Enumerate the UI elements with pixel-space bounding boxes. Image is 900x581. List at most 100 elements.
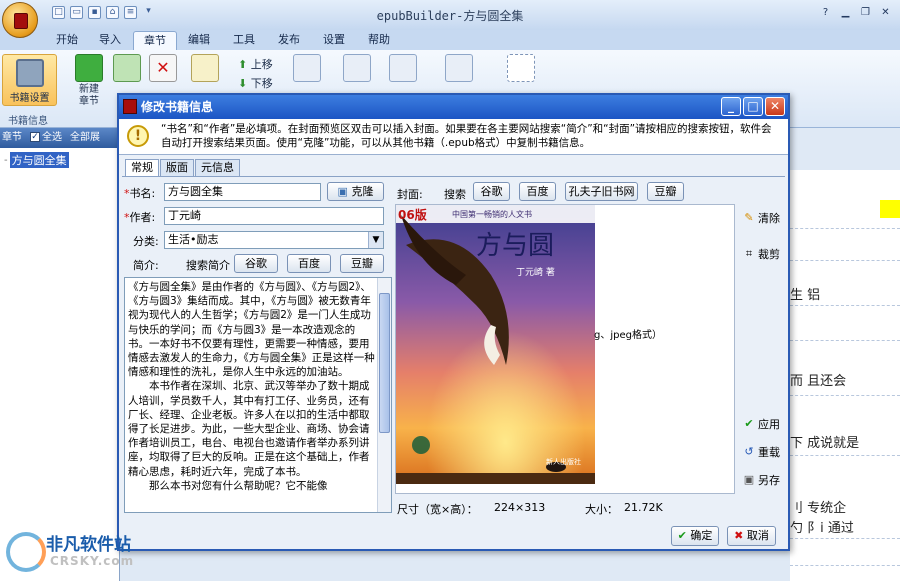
tab-tools[interactable]: 工具 — [223, 31, 265, 50]
apply-cover-button[interactable]: ✔ 应用 — [743, 416, 780, 432]
tab-publish[interactable]: 发布 — [268, 31, 310, 50]
editor-rule — [790, 228, 900, 229]
cover-title: 方与圆 — [476, 231, 555, 261]
ok-label: 确定 — [690, 529, 713, 542]
editor-line: 勺 阝i 通过 — [790, 521, 854, 536]
search-intro-douban-button[interactable]: 豆瓣 — [340, 254, 384, 273]
editor-line: 下 成说就是 — [790, 436, 860, 451]
cover-preview-area[interactable]: 06版 中国第一畅销的人文书 方与圆 丁元崎 著 新人出版社 g、jpeg格式） — [395, 204, 735, 494]
window-controls: ? ▁ ❐ ✕ — [819, 7, 892, 20]
book-info-dialog: 修改书籍信息 _ □ ✕ ! “书名”和“作者”是必填项。在封面预览区双击可以插… — [117, 93, 790, 551]
intro-textarea[interactable]: 《方与圆全集》是由作者的《方与圆》、《方与圆2》、《方与圆3》集结而成。其中，《… — [124, 277, 392, 513]
intro-label: 简介: — [133, 259, 159, 272]
cover-publisher: 新人出版社 — [546, 458, 581, 466]
tree-button[interactable] — [380, 54, 426, 84]
cover-filesize-value: 21.72K — [624, 501, 663, 514]
cover-douban-button[interactable]: 豆瓣 — [647, 182, 684, 201]
editor-rule — [790, 565, 900, 566]
crop-cover-button[interactable]: ⌗ 裁剪 — [743, 246, 780, 262]
ok-button[interactable]: ✔ 确定 — [671, 526, 719, 546]
batch-icon — [445, 54, 473, 82]
cover-image: 06版 中国第一畅销的人文书 方与圆 丁元崎 著 新人出版社 — [396, 205, 595, 484]
category-value: 生活•励志 — [168, 233, 219, 246]
cover-label: 封面: — [397, 188, 423, 201]
tab-metadata[interactable]: 元信息 — [195, 159, 240, 176]
scroll-thumb[interactable] — [379, 293, 390, 433]
cover-google-button[interactable]: 谷歌 — [473, 182, 510, 201]
chapter-header-label: 章节 — [2, 132, 22, 143]
tab-layout[interactable]: 版面 — [160, 159, 194, 176]
tree-item-label: 方与圆全集 — [9, 152, 69, 168]
merge-icon — [343, 54, 371, 82]
title-field[interactable]: 方与圆全集 — [164, 183, 321, 201]
category-label: 分类: — [133, 235, 159, 248]
editor-line: 而 且还会 — [790, 374, 847, 389]
tab-help[interactable]: 帮助 — [358, 31, 400, 50]
help-icon[interactable]: ? — [819, 7, 832, 20]
move-up-label: 上移 — [250, 58, 273, 71]
close-icon[interactable]: ✕ — [765, 97, 785, 116]
author-field[interactable]: 丁元崎 — [164, 207, 384, 225]
reload-cover-button[interactable]: ↺ 重载 — [743, 444, 780, 460]
restore-icon[interactable]: ❐ — [859, 7, 872, 20]
maximize-icon[interactable]: □ — [743, 97, 763, 116]
add-chapter-icon — [75, 54, 103, 82]
intro-text: 《方与圆全集》是由作者的《方与圆》、《方与圆2》、《方与圆3》集结而成。其中，《… — [128, 281, 375, 492]
application-menu-button[interactable] — [2, 2, 38, 38]
app-window: □ ▭ ▪ ⌂ ≡ ▾ epubBuilder-方与圆全集 ? ▁ ❐ ✕ 开始… — [0, 0, 900, 581]
cover-edition: 06版 — [398, 208, 427, 222]
editor-rule — [790, 455, 900, 456]
tab-import[interactable]: 导入 — [89, 31, 131, 50]
minimize-icon[interactable]: _ — [721, 97, 741, 116]
cover-kongfz-button[interactable]: 孔夫子旧书网 — [565, 182, 638, 201]
title-label: *书名: — [124, 185, 155, 201]
tab-settings[interactable]: 设置 — [313, 31, 355, 50]
cancel-button[interactable]: ✖ 取消 — [727, 526, 776, 546]
move-down-label: 下移 — [250, 77, 273, 90]
clone-label: 克隆 — [351, 185, 374, 198]
tab-general[interactable]: 常规 — [125, 159, 159, 177]
cover-baidu-button[interactable]: 百度 — [519, 182, 556, 201]
expand-all-button[interactable]: 全部展 — [70, 128, 100, 148]
book-logo-icon — [14, 13, 28, 29]
watermark-name: 非凡软件站 — [46, 535, 131, 555]
broom-icon: ✎ — [744, 211, 754, 224]
clear-cover-button[interactable]: ✎ 清除 — [743, 210, 780, 226]
book-settings-button[interactable]: 书籍设置 — [2, 54, 57, 106]
dialog-body: *书名: 方与圆全集 ▣ 克隆 *作者: 丁元崎 分类: 生活•励志 ▼ 简介: … — [122, 176, 785, 521]
batch-button[interactable] — [436, 54, 482, 84]
move-up-button[interactable]: ⬆ 上移 — [238, 56, 273, 72]
select-button[interactable] — [498, 54, 544, 84]
tree-item[interactable]: - 方与圆全集 — [4, 152, 119, 168]
tab-edit[interactable]: 编辑 — [178, 31, 220, 50]
intro-scrollbar[interactable] — [377, 278, 391, 512]
close-icon[interactable]: ✕ — [879, 7, 892, 20]
delete-chapter-button[interactable]: ✕ — [140, 54, 186, 84]
merge-button[interactable] — [334, 54, 380, 84]
rename-chapter-button[interactable] — [182, 54, 228, 84]
clone-button[interactable]: ▣ 克隆 — [327, 182, 384, 201]
site-watermark: 非凡软件站 CRSKY.com — [0, 528, 150, 580]
cover-search-label: 搜索 — [444, 188, 466, 201]
chevron-down-icon[interactable]: ▼ — [368, 232, 383, 248]
tab-start[interactable]: 开始 — [46, 31, 88, 50]
category-select[interactable]: 生活•励志 ▼ — [164, 231, 384, 249]
clear-label: 清除 — [758, 212, 780, 225]
move-down-button[interactable]: ⬇ 下移 — [238, 75, 273, 91]
search-intro-google-button[interactable]: 谷歌 — [234, 254, 278, 273]
save-as-cover-button[interactable]: ▣ 另存 — [743, 472, 780, 488]
chapter-panel: 章节 ✓ 全选 全部展 - 方与圆全集 — [0, 128, 120, 581]
minimize-icon[interactable]: ▁ — [839, 7, 852, 20]
clone-icon: ▣ — [337, 185, 348, 198]
tab-chapter[interactable]: 章节 — [133, 31, 177, 50]
chapter-editor[interactable]: 生 铝 而 且还会 下 成说就是 刂 专统企 勺 阝i 通过 — [790, 170, 900, 581]
split-button[interactable] — [284, 54, 330, 84]
info-text: “书名”和“作者”是必填项。在封面预览区双击可以插入封面。如果要在各主要网站搜索… — [161, 123, 772, 149]
search-intro-label: 搜索简介 — [186, 259, 230, 272]
dialog-footer: ✔ 确定 ✖ 取消 — [119, 521, 788, 549]
select-all-checkbox[interactable]: ✓ 全选 — [30, 128, 62, 148]
editor-rule — [790, 395, 900, 396]
search-intro-baidu-button[interactable]: 百度 — [287, 254, 331, 273]
dialog-title-bar: 修改书籍信息 _ □ ✕ — [119, 95, 788, 119]
cover-filesize-label: 大小： — [585, 503, 618, 516]
